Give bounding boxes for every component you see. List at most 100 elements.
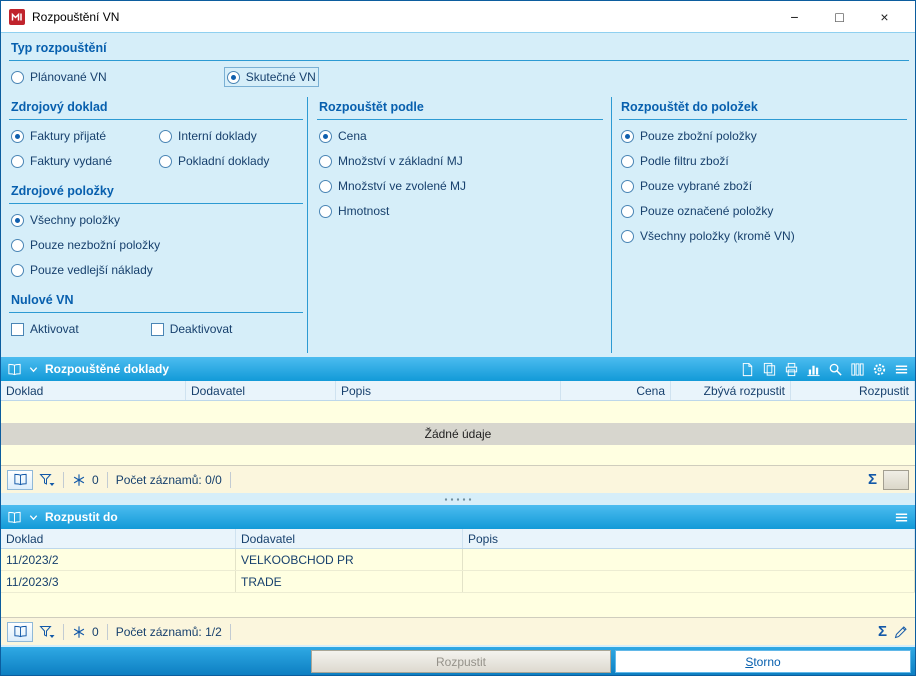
app-icon [9,8,25,25]
minimize-button[interactable]: − [772,2,817,32]
radio-option[interactable]: Cena [319,129,603,143]
copy-icon[interactable] [762,362,777,377]
grid-body: Žádné údaje [1,401,915,465]
snowflake-icon[interactable] [72,473,86,487]
splitter-dots [443,497,473,501]
column-header[interactable]: Cena [561,381,671,400]
table-row[interactable]: 11/2023/3 TRADE [1,571,915,593]
column-header[interactable]: Doklad [1,381,186,400]
radio-unselected-icon[interactable] [319,179,332,193]
chevron-down-icon[interactable] [28,364,39,375]
close-button[interactable]: × [862,2,907,32]
option-label: Všechny položky (kromě VN) [640,229,795,243]
snowflake-icon[interactable] [72,625,86,639]
option-label: Množství ve zvolené MJ [338,179,467,193]
radio-selected-icon[interactable] [11,213,24,227]
sum-icon[interactable]: Σ [878,623,887,640]
option-label: Cena [338,129,367,143]
radio-option[interactable]: Množství v základní MJ [319,154,603,168]
radio-option[interactable]: Pouze vedlejší náklady [11,263,303,277]
section-heading: Rozpouštět podle [317,97,603,120]
radio-option[interactable]: Plánované VN [11,70,107,84]
book-icon[interactable] [7,510,22,525]
radio-unselected-icon[interactable] [319,204,332,218]
print-icon[interactable] [784,362,799,377]
radio-option[interactable]: Všechny položky [11,213,303,227]
section-heading: Typ rozpouštění [9,38,909,61]
radio-option[interactable]: Hmotnost [319,204,603,218]
section-heading: Rozpouštět do položek [619,97,907,120]
column-header[interactable]: Doklad [1,529,236,548]
search-icon[interactable] [828,362,843,377]
menu-icon[interactable] [894,510,909,525]
radio-unselected-icon[interactable] [621,204,634,218]
splitter-handle[interactable] [1,493,915,505]
grid-header-row: Doklad Dodavatel Popis Cena Zbývá rozpus… [1,381,915,401]
radio-option[interactable]: Faktury vydané [11,154,159,168]
chevron-down-icon[interactable] [28,512,39,523]
new-document-icon[interactable] [740,362,755,377]
toolbar-separator [63,623,64,640]
footer-bar: Rozpustit Storno [1,647,915,675]
radio-unselected-icon[interactable] [159,154,172,168]
book-icon[interactable] [7,362,22,377]
column-header[interactable]: Zbývá rozpustit [671,381,791,400]
radio-unselected-icon[interactable] [621,179,634,193]
chart-icon[interactable] [806,362,821,377]
panel-rozpoustene-doklady: Rozpouštěné doklady Doklad Dodavatel Pop… [1,357,915,493]
radio-option[interactable]: Pouze označené položky [621,204,907,218]
column-header[interactable]: Dodavatel [236,529,463,548]
option-label: Pouze nezbožní položky [30,238,161,252]
radio-option[interactable]: Množství ve zvolené MJ [319,179,603,193]
column-header[interactable]: Rozpustit [791,381,915,400]
storno-button[interactable]: Storno [615,650,911,673]
radio-unselected-icon[interactable] [159,129,172,143]
columns-icon[interactable] [850,362,865,377]
radio-option[interactable]: Pokladní doklady [159,154,303,168]
checkbox-unselected-icon[interactable] [150,322,164,336]
toolbar-separator [106,623,108,640]
gear-icon[interactable] [872,362,887,377]
radio-selected-icon[interactable] [319,129,332,143]
radio-selected-icon[interactable] [11,129,24,143]
checkbox-unselected-icon[interactable] [11,322,24,336]
browse-button[interactable] [7,469,33,490]
maximize-button[interactable]: □ [817,2,862,32]
option-label: Faktury vydané [30,154,113,168]
checkbox-option[interactable]: Aktivovat [11,322,79,336]
browse-button[interactable] [7,621,33,642]
filter-icon[interactable] [39,472,55,488]
filter-icon[interactable] [39,624,55,640]
radio-unselected-icon[interactable] [11,238,24,252]
panel-title-bar: Rozpustit do [1,505,915,529]
checkbox-option[interactable]: Deaktivovat [150,322,232,336]
column-header[interactable]: Popis [336,381,561,400]
radio-unselected-icon[interactable] [621,154,634,168]
radio-selected-icon[interactable] [226,70,240,84]
edit-pencil-icon[interactable] [893,624,909,640]
radio-option[interactable]: Interní doklady [159,129,303,143]
edit-button-disabled[interactable] [883,469,909,490]
radio-unselected-icon[interactable] [11,70,24,84]
table-row[interactable]: 11/2023/2 VELKOOBCHOD PR [1,549,915,571]
column-header[interactable]: Dodavatel [186,381,336,400]
radio-unselected-icon[interactable] [11,263,24,277]
radio-option[interactable]: Podle filtru zboží [621,154,907,168]
radio-option[interactable]: Faktury přijaté [11,129,159,143]
menu-icon[interactable] [894,362,909,377]
cell-dodavatel: TRADE [236,571,463,592]
radio-option[interactable]: Pouze vybrané zboží [621,179,907,193]
radio-unselected-icon[interactable] [11,154,24,168]
sum-icon[interactable]: Σ [868,471,877,488]
radio-group-zdrojove-polozky: Všechny položky Pouze nezbožní položky Pou… [9,213,303,277]
rozpustit-button[interactable]: Rozpustit [311,650,611,673]
column-header[interactable]: Popis [463,529,915,548]
option-label: Skutečné VN [245,70,316,84]
radio-option[interactable]: Skutečné VN [223,67,319,87]
radio-option[interactable]: Pouze nezbožní položky [11,238,303,252]
radio-unselected-icon[interactable] [319,154,332,168]
radio-option[interactable]: Všechny položky (kromě VN) [621,229,907,243]
radio-unselected-icon[interactable] [621,229,634,243]
radio-selected-icon[interactable] [621,129,634,143]
radio-option[interactable]: Pouze zbožní položky [621,129,907,143]
